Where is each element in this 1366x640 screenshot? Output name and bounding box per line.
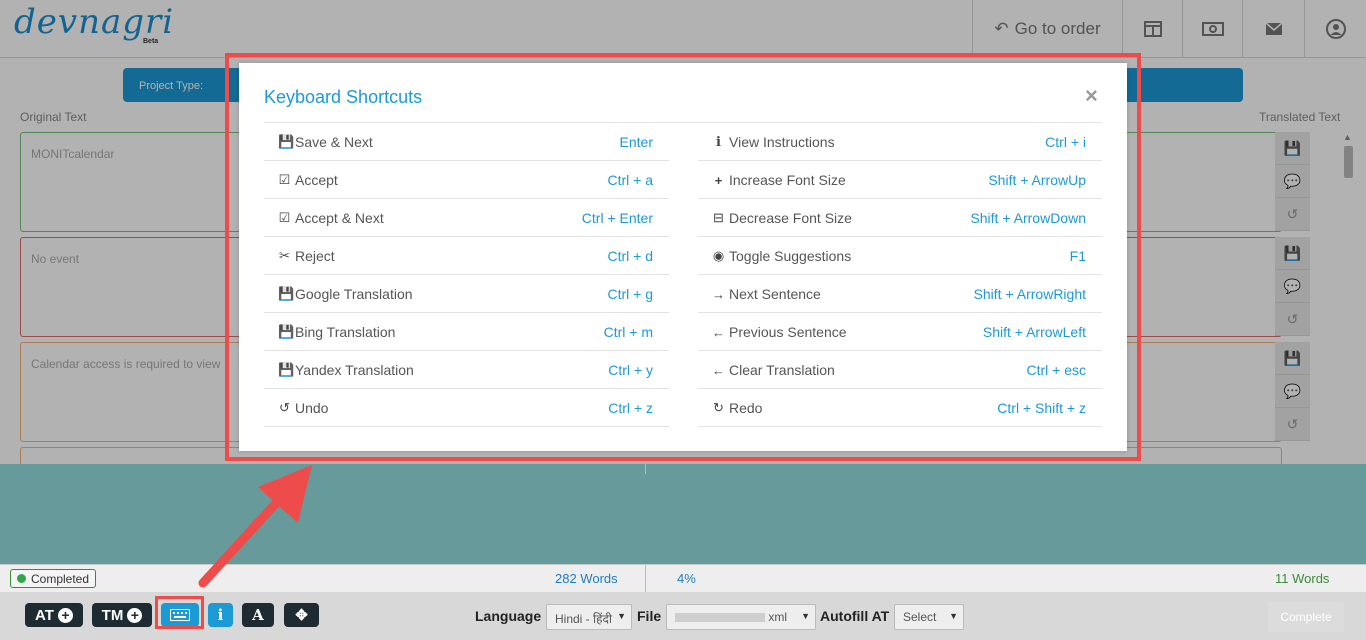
plus-circle-icon: + [57,607,73,623]
language-label: Language [475,608,542,624]
font-button[interactable]: A [242,603,274,627]
auto-translate-button[interactable]: AT + [25,603,83,627]
progress-percent: 4% [677,571,696,586]
status-bar: Completed 282 Words 4% 11 Words [0,564,1366,593]
info-button[interactable]: i [208,603,233,627]
caret-down-icon: ▼ [801,611,810,621]
caret-down-icon: ▼ [617,611,626,621]
translation-memory-button[interactable]: TM + [92,603,152,627]
status-dot-icon [17,574,26,583]
source-word-count: 282 Words [555,571,618,586]
plus-circle-icon: + [127,607,143,623]
complete-button[interactable]: Complete [1268,602,1344,632]
modal-highlight-frame [225,53,1141,461]
translated-word-count: 11 Words [1275,571,1330,586]
caret-down-icon: ▼ [949,611,958,621]
autofill-label: Autofill AT [820,608,890,624]
modal-backdrop-lower[interactable] [0,464,1366,564]
font-icon: A [252,606,264,624]
file-label: File [637,608,662,624]
status-divider [645,565,646,593]
info-icon: i [217,606,224,624]
column-divider [645,464,646,474]
autofill-select[interactable]: Select ▼ [894,604,964,630]
file-name-blurred [675,613,765,623]
bottom-toolbar: AT + TM + i A ✥ Language Hindi - हिंदी ▼… [0,592,1366,640]
completed-badge: Completed [10,569,97,588]
keyboard-button-highlight [155,596,204,629]
file-select[interactable]: xml ▼ [666,604,816,630]
move-button[interactable]: ✥ [284,603,319,627]
arrows-move-icon: ✥ [295,607,308,624]
language-select[interactable]: Hindi - हिंदी ▼ [546,604,632,630]
